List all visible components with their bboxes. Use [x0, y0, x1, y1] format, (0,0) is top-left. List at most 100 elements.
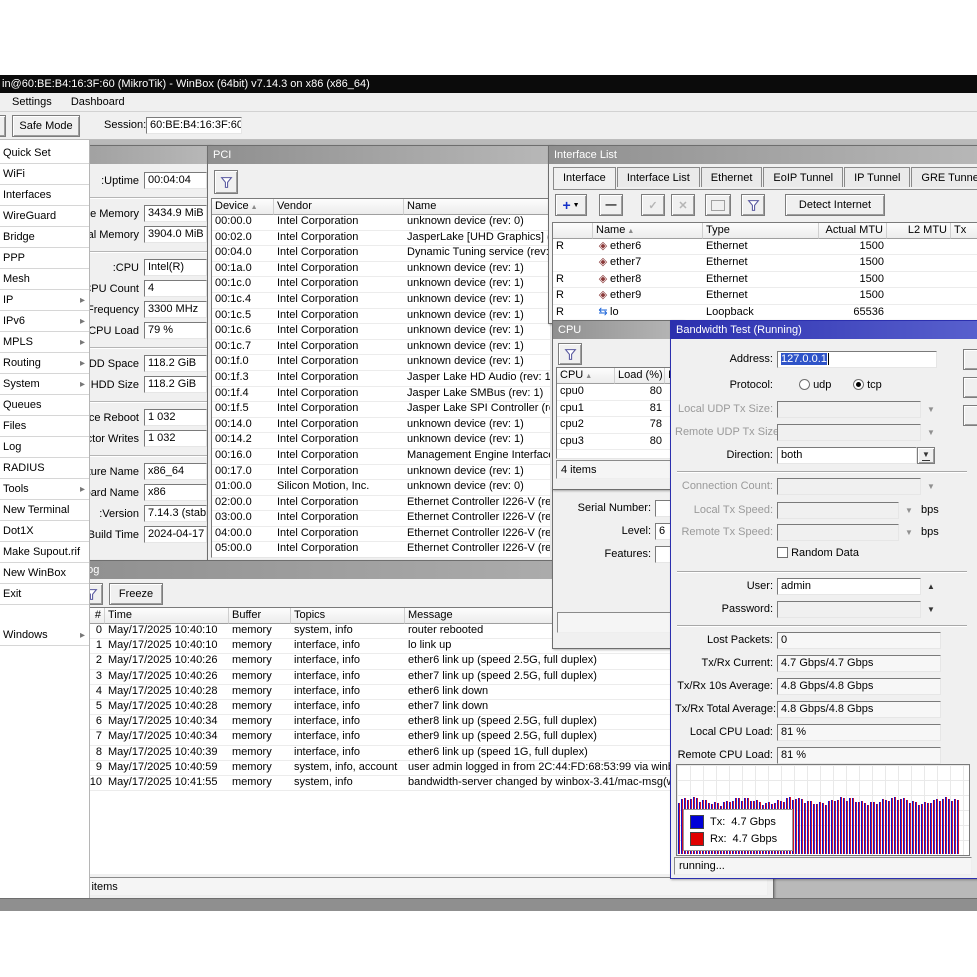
sidebar-item-new-terminal[interactable]: New Terminal — [0, 500, 89, 521]
tab-interface[interactable]: Interface — [553, 167, 616, 189]
menu-settings[interactable]: Settings — [12, 96, 52, 108]
table-row[interactable]: 00:1c.5Intel Corporationunknown device (… — [212, 309, 550, 325]
table-row[interactable]: 9May/17/2025 10:40:59memorysystem, info,… — [65, 761, 769, 776]
interface-list-titlebar[interactable]: Interface List — [549, 146, 977, 164]
sidebar-item-make-supout-rif[interactable]: Make Supout.rif — [0, 542, 89, 563]
table-row[interactable]: 00:1f.3Intel CorporationJasper Lake HD A… — [212, 371, 550, 387]
column-header-type[interactable]: Type — [703, 223, 819, 239]
column-header-name[interactable]: Name — [404, 199, 550, 215]
sidebar-item-ppp[interactable]: PPP — [0, 248, 89, 269]
pci-titlebar[interactable]: PCI — [208, 146, 553, 164]
sidebar-item-mesh[interactable]: Mesh — [0, 269, 89, 290]
password-input[interactable] — [777, 601, 921, 618]
tab-ethernet[interactable]: Ethernet — [701, 167, 763, 187]
table-row[interactable]: cpu181 — [557, 401, 680, 418]
sidebar-item-windows[interactable]: Windows▸ — [0, 625, 89, 646]
random-data-checkbox[interactable]: Random Data — [777, 547, 859, 559]
direction-dropdown-button[interactable]: ▼ — [917, 447, 935, 464]
table-row[interactable]: 00:14.2Intel Corporationunknown device (… — [212, 433, 550, 449]
table-row[interactable]: 00:17.0Intel Corporationunknown device (… — [212, 465, 550, 481]
sidebar-item-ipv6[interactable]: IPv6▸ — [0, 311, 89, 332]
sidebar-item-radius[interactable]: RADIUS — [0, 458, 89, 479]
table-row[interactable]: cpu380 — [557, 434, 680, 451]
remote-udp-dropdown-icon[interactable]: ▼ — [927, 424, 935, 441]
table-row[interactable]: 7May/17/2025 10:40:34memoryinterface, in… — [65, 730, 769, 745]
sidebar-item-tools[interactable]: Tools▸ — [0, 479, 89, 500]
disable-interface-button[interactable]: ✕ — [671, 194, 695, 216]
column-header-time[interactable]: Time — [105, 608, 229, 624]
sidebar-item-ip[interactable]: IP▸ — [0, 290, 89, 311]
column-header-flag[interactable] — [553, 223, 593, 239]
local-tx-dropdown-icon[interactable]: ▼ — [905, 502, 913, 519]
table-row[interactable]: 00:1c.4Intel Corporationunknown device (… — [212, 293, 550, 309]
table-row[interactable]: 00:1c.6Intel Corporationunknown device (… — [212, 324, 550, 340]
comment-button[interactable] — [705, 194, 731, 216]
local-tx-speed-input[interactable] — [777, 502, 899, 519]
table-row[interactable]: 02:00.0Intel CorporationEthernet Control… — [212, 496, 550, 512]
table-row[interactable]: 10May/17/2025 10:41:55memorysystem, info… — [65, 776, 769, 791]
table-row[interactable]: 00:16.0Intel CorporationManagement Engin… — [212, 449, 550, 465]
sidebar-item-quick-set[interactable]: Quick Set — [0, 143, 89, 164]
column-header-actual-mtu[interactable]: Actual MTU — [819, 223, 887, 239]
table-row[interactable]: 00:1f.5Intel CorporationJasper Lake SPI … — [212, 402, 550, 418]
user-input[interactable]: admin — [777, 578, 921, 595]
tab-ip-tunnel[interactable]: IP Tunnel — [844, 167, 910, 187]
pci-filter-button[interactable] — [214, 170, 238, 194]
enable-interface-button[interactable]: ✓ — [641, 194, 665, 216]
table-row[interactable]: R⇆loLoopback65536 — [553, 305, 977, 321]
table-row[interactable]: 00:14.0Intel Corporationunknown device (… — [212, 418, 550, 434]
table-row[interactable]: 01:00.0Silicon Motion, Inc.unknown devic… — [212, 480, 550, 496]
table-row[interactable]: 04:00.0Intel CorporationEthernet Control… — [212, 527, 550, 543]
sidebar-item-interfaces[interactable]: Interfaces — [0, 185, 89, 206]
detect-internet-button[interactable]: Detect Internet — [785, 194, 885, 216]
column-header-l2-mtu[interactable]: L2 MTU — [887, 223, 951, 239]
table-row[interactable]: cpu278 — [557, 417, 680, 434]
column-header-device[interactable]: Device▲ — [212, 199, 274, 215]
column-header-load[interactable]: Load (%) — [615, 368, 665, 384]
table-row[interactable]: 05:00.0Intel CorporationEthernet Control… — [212, 542, 550, 558]
toolbar-cut-button[interactable] — [0, 115, 6, 137]
bw-cut-button-1[interactable] — [963, 349, 977, 370]
table-row[interactable]: 00:1a.0Intel Corporationunknown device (… — [212, 262, 550, 278]
interface-filter-button[interactable] — [741, 194, 765, 216]
table-row[interactable]: 00:1c.7Intel Corporationunknown device (… — [212, 340, 550, 356]
table-row[interactable]: 4May/17/2025 10:40:28memoryinterface, in… — [65, 685, 769, 700]
table-row[interactable]: ◈ether7Ethernet1500 — [553, 255, 977, 271]
column-header-buffer[interactable]: Buffer — [229, 608, 291, 624]
sidebar-item-queues[interactable]: Queues — [0, 395, 89, 416]
password-expand-icon[interactable]: ▼ — [927, 601, 935, 618]
tab-gre-tunnel[interactable]: GRE Tunnel — [911, 167, 977, 187]
sidebar-item-wifi[interactable]: WiFi — [0, 164, 89, 185]
sidebar-item-files[interactable]: Files — [0, 416, 89, 437]
table-row[interactable]: cpu080 — [557, 384, 680, 401]
table-row[interactable]: 03:00.0Intel CorporationEthernet Control… — [212, 511, 550, 527]
sidebar-item-routing[interactable]: Routing▸ — [0, 353, 89, 374]
table-row[interactable]: R◈ether8Ethernet1500 — [553, 272, 977, 288]
table-row[interactable]: R◈ether9Ethernet1500 — [553, 288, 977, 304]
remove-interface-button[interactable]: — — [599, 194, 623, 216]
column-header-vendor[interactable]: Vendor — [274, 199, 404, 215]
column-header-name[interactable]: Name▲ — [593, 223, 703, 239]
sidebar-item-bridge[interactable]: Bridge — [0, 227, 89, 248]
protocol-udp-radio[interactable]: udp — [799, 379, 831, 391]
column-header-tx[interactable]: Tx — [951, 223, 977, 239]
table-row[interactable]: 8May/17/2025 10:40:39memoryinterface, in… — [65, 746, 769, 761]
table-row[interactable]: 2May/17/2025 10:40:26memoryinterface, in… — [65, 654, 769, 669]
sidebar-item-wireguard[interactable]: WireGuard — [0, 206, 89, 227]
tab-interface-list[interactable]: Interface List — [617, 167, 700, 187]
log-freeze-button[interactable]: Freeze — [109, 583, 163, 605]
sidebar-item-mpls[interactable]: MPLS▸ — [0, 332, 89, 353]
protocol-tcp-radio[interactable]: tcp — [853, 379, 882, 391]
remote-tx-dropdown-icon[interactable]: ▼ — [905, 524, 913, 541]
cpu-titlebar[interactable]: CPU — [553, 321, 683, 339]
safe-mode-button[interactable]: Safe Mode — [12, 115, 80, 137]
local-udp-size-input[interactable] — [777, 401, 921, 418]
table-row[interactable]: R◈ether6Ethernet1500 — [553, 239, 977, 255]
table-row[interactable]: 00:1f.4Intel CorporationJasper Lake SMBu… — [212, 387, 550, 403]
table-row[interactable]: 00:02.0Intel CorporationJasperLake [UHD … — [212, 231, 550, 247]
connection-count-input[interactable] — [777, 478, 921, 495]
table-row[interactable]: 00:04.0Intel CorporationDynamic Tuning s… — [212, 246, 550, 262]
column-header-topics[interactable]: Topics — [291, 608, 405, 624]
bw-cut-button-3[interactable] — [963, 405, 977, 426]
column-header-cpu[interactable]: CPU▲ — [557, 368, 615, 384]
